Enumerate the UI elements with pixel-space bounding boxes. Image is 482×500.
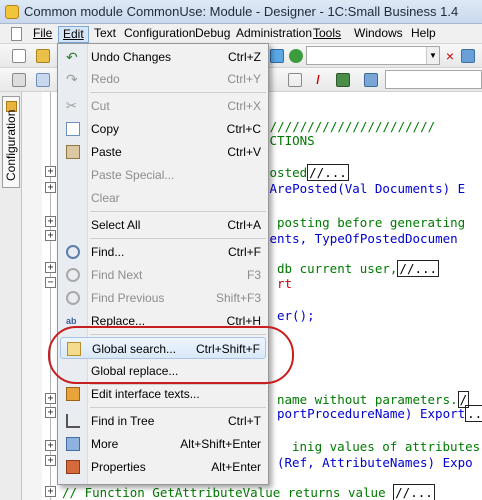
new-document-icon[interactable] <box>12 49 26 63</box>
code-line: name without parameters. / <box>277 391 470 408</box>
open-folder-icon[interactable] <box>36 49 50 63</box>
menu-item-undo-changes[interactable]: ↶ Undo Changes Ctrl+Z <box>60 46 266 68</box>
find-icon <box>66 245 80 259</box>
menu-debug[interactable]: Debug <box>191 26 234 43</box>
fold-expand-icon[interactable]: + <box>45 393 56 404</box>
document-icon[interactable] <box>11 27 22 41</box>
search-go-icon[interactable] <box>289 49 303 63</box>
find-toolbar-icon[interactable] <box>461 49 475 63</box>
more-icon <box>66 437 80 451</box>
procedure-list-icon[interactable] <box>364 73 378 87</box>
menu-separator <box>90 407 266 408</box>
fold-expand-icon[interactable]: + <box>45 440 56 451</box>
fold-expand-icon[interactable]: + <box>45 455 56 466</box>
menu-item-cut[interactable]: ✂ Cut Ctrl+X <box>60 95 266 117</box>
menu-item-find-previous[interactable]: Find Previous Shift+F3 <box>60 287 266 309</box>
cut-icon: ✂ <box>66 98 77 113</box>
configuration-tab[interactable]: Configuration <box>2 96 20 188</box>
edit-menu-dropdown: ↶ Undo Changes Ctrl+Z ↷ Redo Ctrl+Y ✂ Cu… <box>57 43 269 485</box>
menu-separator <box>90 211 266 212</box>
menu-tools[interactable]: Tools <box>309 26 345 43</box>
menu-administration[interactable]: Administration <box>232 26 316 43</box>
fold-expand-icon[interactable]: + <box>45 407 56 418</box>
list-icon[interactable] <box>36 73 50 87</box>
side-panel: Configuration <box>0 92 22 500</box>
menu-item-edit-interface-texts[interactable]: Edit interface texts... <box>60 383 266 405</box>
fold-expand-icon[interactable]: + <box>45 182 56 193</box>
editor-gutter <box>22 92 42 500</box>
code-line: db current user,//... <box>277 260 440 277</box>
fold-expand-icon[interactable]: + <box>45 166 56 177</box>
menu-text[interactable]: Text <box>90 26 120 43</box>
configuration-tab-label: Configuration <box>4 109 18 181</box>
uncomment-icon[interactable]: / <box>311 73 325 87</box>
fold-expand-icon[interactable]: + <box>45 230 56 241</box>
find-in-tree-icon <box>66 414 80 428</box>
chevron-down-icon[interactable]: ▼ <box>426 47 439 64</box>
paste-icon <box>66 145 80 159</box>
menu-item-find[interactable]: Find... Ctrl+F <box>60 241 266 263</box>
code-line: sArePosted(Val Documents) E <box>262 181 466 196</box>
title-bar: Common module CommonUse: Module - Design… <box>0 0 482 24</box>
menu-item-copy[interactable]: Copy Ctrl+C <box>60 118 266 140</box>
copy-icon <box>66 122 80 136</box>
menu-item-select-all[interactable]: Select All Ctrl+A <box>60 214 266 236</box>
code-line: (Ref, AttributeNames) Expo <box>277 455 473 470</box>
menu-separator <box>90 92 266 93</box>
code-line: er(); <box>277 308 315 323</box>
edit-texts-icon <box>66 387 80 401</box>
menu-edit[interactable]: Edit <box>58 26 89 43</box>
check-syntax-icon[interactable] <box>336 73 350 87</box>
window-title: Common module CommonUse: Module - Design… <box>24 4 459 19</box>
fold-expand-icon[interactable]: + <box>45 216 56 227</box>
fold-guide-line <box>50 92 51 500</box>
fold-expand-icon[interactable]: + <box>45 486 56 497</box>
menu-configuration[interactable]: Configuration <box>120 26 199 43</box>
code-line: portProcedureName) Export... <box>277 405 482 422</box>
procedure-combo[interactable] <box>385 70 482 89</box>
menu-item-more[interactable]: More Alt+Shift+Enter <box>60 433 266 455</box>
properties-icon <box>66 460 80 474</box>
redo-icon: ↷ <box>66 71 78 87</box>
menu-windows[interactable]: Windows <box>350 26 407 43</box>
search-combo[interactable]: ▼ <box>306 46 440 65</box>
menu-item-find-in-tree[interactable]: Find in Tree Ctrl+T <box>60 410 266 432</box>
menu-item-paste[interactable]: Paste Ctrl+V <box>60 141 266 163</box>
menu-item-paste-special[interactable]: Paste Special... <box>60 164 266 186</box>
menu-file[interactable]: File <box>29 26 56 43</box>
close-icon[interactable]: × <box>443 49 457 63</box>
find-next-icon <box>66 268 80 282</box>
code-line: rt <box>277 276 293 291</box>
menu-item-properties[interactable]: Properties Alt+Enter <box>60 456 266 478</box>
menu-item-clear[interactable]: Clear <box>60 187 266 209</box>
menu-separator <box>90 238 266 239</box>
module-icon[interactable] <box>12 73 26 87</box>
code-line: inig values of attributes <box>292 439 481 454</box>
comment-icon[interactable] <box>288 73 302 87</box>
menu-item-find-next[interactable]: Find Next F3 <box>60 264 266 286</box>
menu-bar: File Edit Text Configuration Debug Admin… <box>0 24 482 44</box>
fold-expand-icon[interactable]: + <box>45 262 56 273</box>
toolbar-action-icon[interactable] <box>270 49 284 63</box>
code-line: // Function GetAttributeValue returns va… <box>62 484 435 500</box>
code-line: ments, TypeOfPostedDocumen <box>262 231 458 246</box>
highlight-annotation <box>48 326 294 384</box>
code-line: posting before generating <box>277 215 466 230</box>
find-previous-icon <box>66 291 80 305</box>
menu-item-redo[interactable]: ↷ Redo Ctrl+Y <box>60 68 266 90</box>
code-line: posted//... <box>262 164 349 181</box>
fold-collapse-icon[interactable]: − <box>45 277 56 288</box>
code-line: NCTIONS <box>262 133 315 148</box>
undo-icon: ↶ <box>66 49 78 65</box>
menu-help[interactable]: Help <box>407 26 440 43</box>
app-logo-icon <box>5 5 19 19</box>
